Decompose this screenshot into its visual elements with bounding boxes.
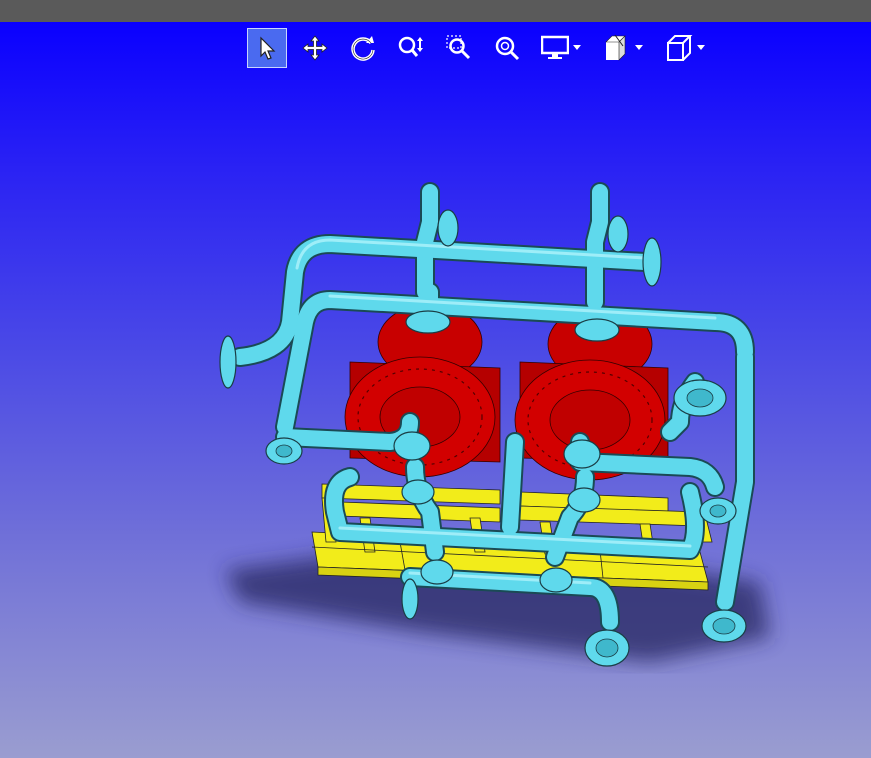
pump-skid-model[interactable] [0,22,871,758]
window-title-bar [0,0,871,22]
3d-viewport[interactable] [0,22,871,758]
